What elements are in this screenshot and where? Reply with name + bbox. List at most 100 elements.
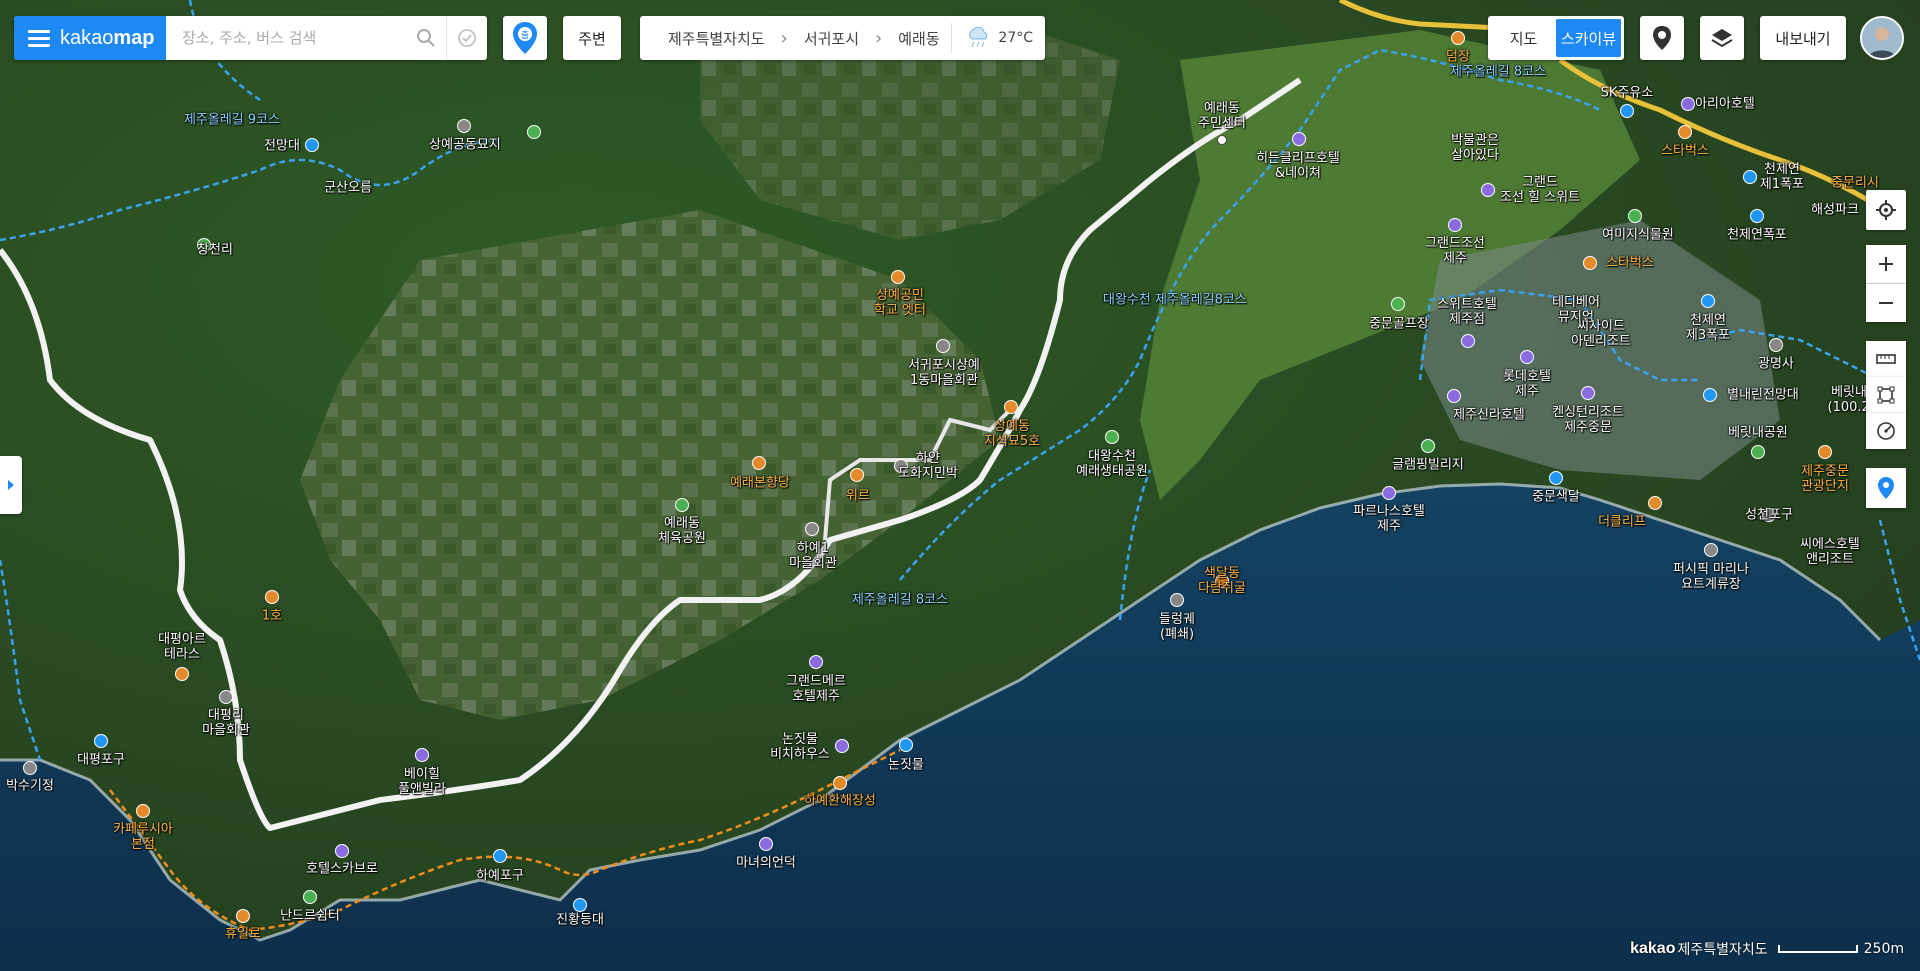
poi-marker-icon[interactable] xyxy=(1217,135,1227,145)
map-place-label[interactable]: 제주올레길 8코스 xyxy=(1450,65,1546,80)
poi-marker-icon[interactable] xyxy=(1701,294,1715,308)
map-place-label[interactable]: 호텔스카브로 xyxy=(306,862,378,877)
map-place-label[interactable]: 휴일로 xyxy=(225,927,261,942)
poi-marker-icon[interactable] xyxy=(136,804,150,818)
map-place-label[interactable]: 예래동 주민센터 xyxy=(1198,101,1246,131)
map-view-button[interactable]: 지도 xyxy=(1491,19,1556,57)
map-place-label[interactable]: 예래동 체육공원 xyxy=(658,516,706,546)
poi-marker-icon[interactable] xyxy=(899,738,913,752)
map-place-label[interactable]: 그랜드 조선 힐 스위트 xyxy=(1500,175,1580,205)
map-place-label[interactable]: 히든클리프호텔 &네이쳐 xyxy=(1256,151,1340,181)
poi-marker-icon[interactable] xyxy=(1818,445,1832,459)
map-place-label[interactable]: 퍼시픽 마리나 요트계류장 xyxy=(1673,562,1749,592)
map-place-label[interactable]: 천제연폭포 xyxy=(1727,228,1787,243)
layers-button[interactable] xyxy=(1700,16,1744,60)
map-place-label[interactable]: 논짓물 xyxy=(888,758,924,773)
place-marker-button[interactable] xyxy=(1866,468,1906,508)
map-place-label[interactable]: 군산오름 xyxy=(324,181,372,196)
poi-marker-icon[interactable] xyxy=(1681,97,1695,111)
area-tool-button[interactable] xyxy=(1866,377,1906,413)
map-place-label[interactable]: 제주중문 관광단지 xyxy=(1801,464,1849,494)
poi-marker-icon[interactable] xyxy=(219,690,233,704)
weather-widget[interactable]: 27°C xyxy=(951,23,1033,53)
poi-marker-icon[interactable] xyxy=(1581,386,1595,400)
map-place-label[interactable]: 하예환해장성 xyxy=(804,794,876,809)
map-place-label[interactable]: 대평포구 xyxy=(77,753,125,768)
map-place-label[interactable]: 대왕수천 예래생태공원 xyxy=(1076,449,1148,479)
poi-marker-icon[interactable] xyxy=(1703,388,1717,402)
poi-marker-icon[interactable] xyxy=(415,748,429,762)
user-avatar[interactable] xyxy=(1860,16,1904,60)
poi-marker-icon[interactable] xyxy=(1461,334,1475,348)
poi-marker-icon[interactable] xyxy=(1678,125,1692,139)
map-place-label[interactable]: 1호 xyxy=(262,609,282,624)
app-logo[interactable]: kakaomap xyxy=(14,16,166,60)
distance-tool-button[interactable] xyxy=(1866,341,1906,377)
map-place-label[interactable]: 대평리 마을회관 xyxy=(202,708,250,738)
skyview-button[interactable]: 스카이뷰 xyxy=(1556,19,1621,57)
map-place-label[interactable]: 상예동 지석묘5호 xyxy=(984,419,1040,449)
map-place-label[interactable]: 아리아호텔 xyxy=(1695,97,1755,112)
poi-marker-icon[interactable] xyxy=(1481,183,1495,197)
menu-icon[interactable] xyxy=(28,29,50,47)
poi-marker-icon[interactable] xyxy=(759,837,773,851)
map-place-label[interactable]: 서귀포시상예 1동마을회관 xyxy=(908,358,980,388)
poi-marker-icon[interactable] xyxy=(805,522,819,536)
poi-marker-icon[interactable] xyxy=(1451,31,1465,45)
poi-marker-icon[interactable] xyxy=(236,909,250,923)
search-icon[interactable] xyxy=(406,16,446,60)
poi-marker-icon[interactable] xyxy=(850,468,864,482)
poi-marker-icon[interactable] xyxy=(303,890,317,904)
map-place-label[interactable]: 씨사이드 아덴리조트 xyxy=(1571,319,1631,349)
zoom-out-button[interactable] xyxy=(1866,284,1906,322)
map-place-label[interactable]: 대왕수천 제주올레길8코스 xyxy=(1103,293,1247,308)
poi-marker-icon[interactable] xyxy=(457,119,471,133)
map-place-label[interactable]: 들렁궤 (폐쇄) xyxy=(1159,612,1195,642)
check-circle-icon[interactable] xyxy=(446,16,487,60)
poi-marker-icon[interactable] xyxy=(1004,400,1018,414)
map-place-label[interactable]: 켄싱턴리조트 제주중문 xyxy=(1552,405,1624,435)
search-input[interactable] xyxy=(166,17,406,59)
poi-marker-icon[interactable] xyxy=(675,498,689,512)
map-place-label[interactable]: 베이힐 풀앤빌라 xyxy=(398,767,446,797)
poi-marker-icon[interactable] xyxy=(1447,389,1461,403)
map-place-label[interactable]: 진황등대 xyxy=(556,913,604,928)
poi-marker-icon[interactable] xyxy=(809,655,823,669)
poi-marker-icon[interactable] xyxy=(1750,209,1764,223)
map-place-label[interactable]: 롯데호텔 제주 xyxy=(1503,369,1551,399)
map-place-label[interactable]: 난드르쉼터 xyxy=(280,909,340,924)
poi-marker-icon[interactable] xyxy=(1448,218,1462,232)
breadcrumb-dong[interactable]: 예래동 xyxy=(898,28,939,49)
poi-marker-icon[interactable] xyxy=(573,898,587,912)
poi-marker-icon[interactable] xyxy=(1704,543,1718,557)
poi-marker-icon[interactable] xyxy=(335,844,349,858)
poi-marker-icon[interactable] xyxy=(1421,439,1435,453)
poi-marker-icon[interactable] xyxy=(1391,297,1405,311)
poi-marker-icon[interactable] xyxy=(527,125,541,139)
poi-marker-icon[interactable] xyxy=(1620,104,1634,118)
poi-marker-icon[interactable] xyxy=(94,734,108,748)
map-place-label[interactable]: 별내린전망대 xyxy=(1727,388,1799,403)
map-place-label[interactable]: 덤장 xyxy=(1446,50,1470,65)
poi-marker-icon[interactable] xyxy=(1292,132,1306,146)
poi-marker-icon[interactable] xyxy=(305,138,319,152)
breadcrumb-province[interactable]: 제주특별자치도 xyxy=(668,28,765,49)
poi-marker-icon[interactable] xyxy=(1170,593,1184,607)
map-place-label[interactable]: 창천리 xyxy=(197,243,233,258)
map-place-label[interactable]: 제주신라호텔 xyxy=(1453,408,1525,423)
map-place-label[interactable]: 그랜드메르 호텔제주 xyxy=(786,674,846,704)
poi-marker-icon[interactable] xyxy=(1628,209,1642,223)
poi-marker-icon[interactable] xyxy=(833,776,847,790)
map-place-label[interactable]: 예래본향당 xyxy=(730,476,790,491)
map-place-label[interactable]: 해성파크 xyxy=(1811,203,1859,218)
export-button[interactable]: 내보내기 xyxy=(1760,16,1846,60)
poi-marker-icon[interactable] xyxy=(1769,338,1783,352)
sidebar-expand-button[interactable] xyxy=(0,456,22,514)
poi-marker-icon[interactable] xyxy=(1751,445,1765,459)
map-place-label[interactable]: 상예공동묘지 xyxy=(429,138,501,153)
map-place-label[interactable]: 박수기정 xyxy=(6,779,54,794)
map-place-label[interactable]: 대평아르 테라스 xyxy=(158,632,206,662)
map-place-label[interactable]: 박물관은 살아있다 xyxy=(1451,133,1499,163)
my-location-button[interactable] xyxy=(1866,190,1906,230)
map-place-label[interactable]: 제주올레길 8코스 xyxy=(852,593,948,608)
